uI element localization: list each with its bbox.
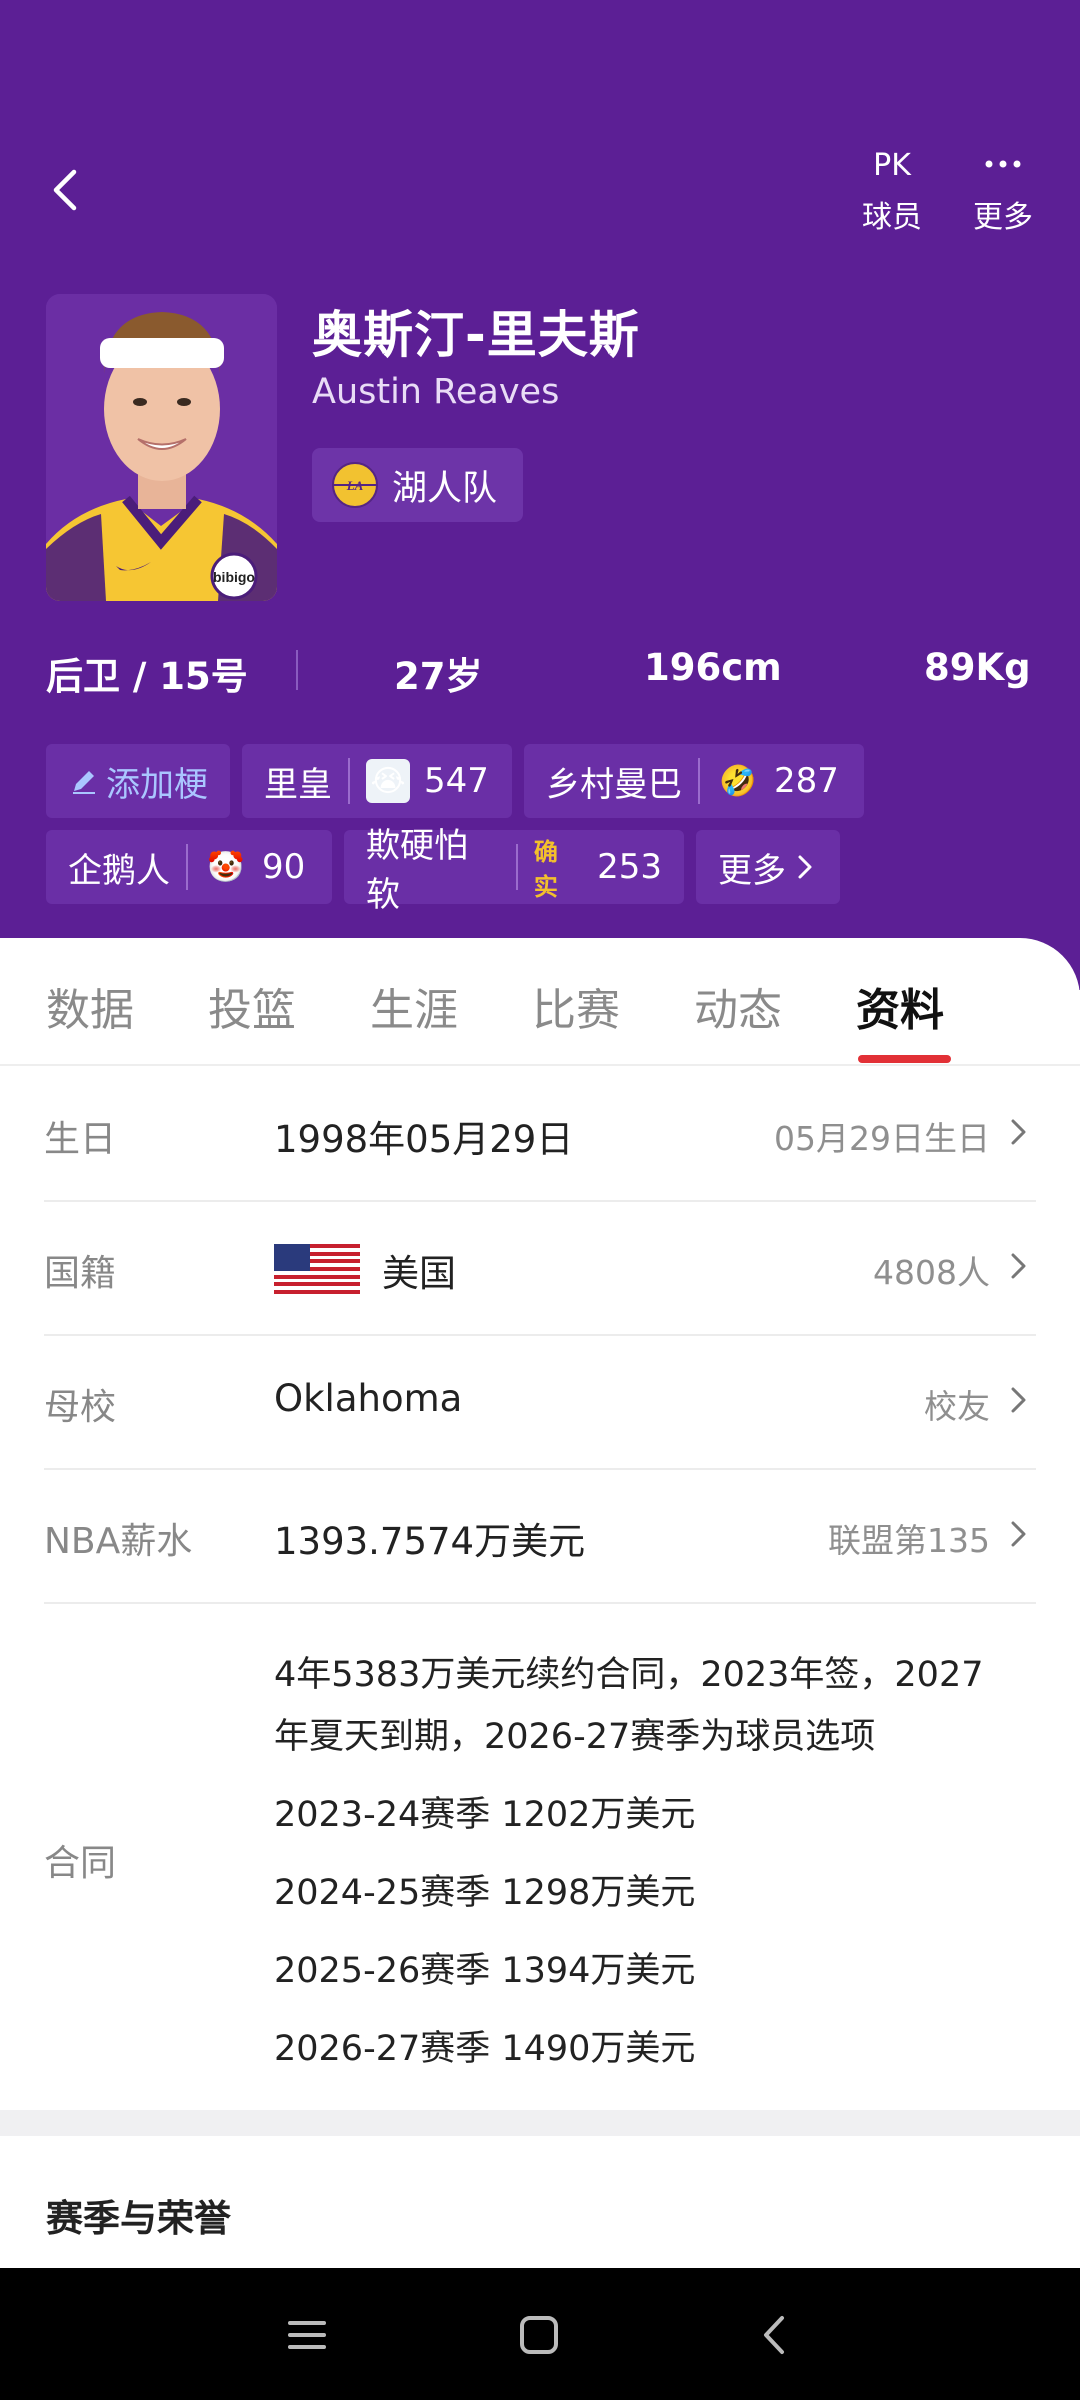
tab-career[interactable]: 生涯 [370, 974, 458, 1038]
birthday-value: 1998年05月29日 [274, 1118, 574, 1161]
svg-text:bibigo: bibigo [213, 569, 255, 585]
recent-apps-icon[interactable] [286, 2314, 328, 2356]
more-memes-label: 更多 [718, 850, 786, 891]
tag-separator [348, 758, 350, 804]
us-flag-icon [274, 1244, 360, 1294]
team-chip[interactable]: LA 湖人队 [312, 448, 524, 522]
chevron-right-icon [1011, 1253, 1026, 1279]
salary-rank: 联盟第135 [828, 1521, 990, 1560]
chevron-left-icon [53, 169, 77, 211]
honors-section-title: 赛季与荣誉 [46, 2197, 231, 2240]
player-name-cn: 奥斯汀-里夫斯 [312, 306, 640, 364]
add-meme-label: 添加梗 [106, 764, 208, 805]
back-button[interactable] [42, 160, 92, 220]
team-name: 湖人队 [392, 468, 498, 509]
crying-laugh-emoji-icon: 😭 [366, 759, 410, 803]
home-icon[interactable] [518, 2314, 560, 2356]
lakers-logo-icon: LA [332, 462, 378, 508]
contract-row: 合同 4年5383万美元续约合同，2023年签，2027 年夏天到期，2026-… [44, 1602, 1036, 2110]
position-number: 后卫 / 15号 [46, 655, 248, 698]
clown-emoji-icon: 🤡 [207, 849, 245, 885]
contract-season: 2023-24赛季 1202万美元 [274, 1795, 696, 1835]
school-label: 母校 [44, 1387, 117, 1428]
pk-player-button[interactable]: PK 球员 [842, 140, 942, 236]
add-meme-button[interactable]: 添加梗 [46, 744, 230, 818]
pk-icon: PK [873, 148, 911, 183]
more-icon [953, 140, 1053, 188]
tag-separator [515, 844, 518, 890]
nav-back-icon[interactable] [754, 2314, 796, 2356]
player-name-en: Austin Reaves [312, 372, 560, 412]
more-memes-button[interactable]: 更多 [696, 830, 840, 904]
stat-divider [296, 650, 298, 690]
active-tab-indicator [858, 1055, 951, 1063]
player-avatar[interactable]: bibigo [46, 294, 277, 601]
svg-text:LA: LA [346, 478, 364, 493]
birthday-label: 生日 [44, 1119, 117, 1160]
tab-profile[interactable]: 资料 [856, 974, 944, 1038]
meme-count: 90 [262, 847, 306, 887]
meme-tag-penguin[interactable]: 企鹅人 🤡 90 [46, 830, 332, 904]
more-menu-label: 更多 [973, 200, 1033, 235]
tab-games[interactable]: 比赛 [532, 974, 620, 1038]
meme-tag-qiying[interactable]: 欺硬怕软 确实 253 [344, 826, 684, 915]
contract-summary: 4年5383万美元续约合同，2023年签，2027 [274, 1655, 984, 1695]
tag-separator [186, 844, 188, 890]
meme-label: 里皇 [264, 764, 332, 805]
salary-label: NBA薪水 [44, 1521, 193, 1562]
contract-season: 2025-26赛季 1394万美元 [274, 1951, 696, 1991]
tab-stats[interactable]: 数据 [46, 974, 134, 1038]
tag-separator [698, 758, 700, 804]
meme-label: 乡村曼巴 [546, 764, 682, 805]
salary-value: 1393.7574万美元 [274, 1520, 586, 1563]
content-panel: 数据 投篮 生涯 比赛 动态 资料 生日 1998年05月29日 05月29日生… [0, 938, 1080, 2268]
salary-row[interactable]: NBA薪水 1393.7574万美元 联盟第135 [44, 1468, 1036, 1604]
player-weight: 89Kg [924, 646, 1031, 689]
player-age: 27岁 [394, 655, 483, 698]
player-basic-stats: 后卫 / 15号 27岁 196cm 89Kg [46, 640, 1036, 700]
player-header: PK 球员 更多 bibigo 奥斯汀-里夫斯 Austin Reaves LA… [0, 0, 1080, 990]
contract-season: 2024-25赛季 1298万美元 [274, 1873, 696, 1913]
birthday-count: 05月29日生日 [774, 1119, 990, 1158]
nationality-count: 4808人 [873, 1253, 990, 1292]
laughing-emoji-icon: 🤣 [719, 763, 757, 799]
school-value: Oklahoma [274, 1377, 463, 1420]
meme-count: 547 [424, 761, 489, 801]
section-divider [0, 2110, 1080, 2136]
school-row[interactable]: 母校 Oklahoma 校友 [44, 1334, 1036, 1470]
chevron-right-icon [1011, 1119, 1026, 1145]
meme-tag-xiangcun[interactable]: 乡村曼巴 🤣 287 [524, 744, 864, 818]
meme-tag-lihuang[interactable]: 里皇 😭 547 [242, 744, 512, 818]
confirm-badge: 确实 [533, 838, 558, 901]
chevron-right-icon [1011, 1521, 1026, 1547]
system-nav-bar [0, 2268, 1080, 2400]
chevron-right-icon [1011, 1387, 1026, 1413]
tab-shooting[interactable]: 投篮 [208, 974, 296, 1038]
tab-bar: 数据 投篮 生涯 比赛 动态 资料 [0, 938, 1080, 1066]
contract-summary-cont: 年夏天到期，2026-27赛季为球员选项 [274, 1717, 876, 1757]
nationality-row[interactable]: 国籍 美国 4808人 [44, 1200, 1036, 1336]
pencil-icon [73, 771, 95, 794]
player-height: 196cm [644, 646, 782, 689]
meme-count: 287 [774, 761, 839, 801]
meme-count: 253 [597, 847, 662, 887]
meme-label: 欺硬怕软 [366, 826, 468, 915]
chevron-right-icon [798, 855, 812, 879]
nationality-value: 美国 [382, 1252, 456, 1295]
tab-feed[interactable]: 动态 [694, 974, 782, 1038]
more-menu-button[interactable]: 更多 [953, 140, 1053, 236]
nationality-label: 国籍 [44, 1253, 117, 1294]
pk-player-label: 球员 [862, 200, 922, 235]
meme-label: 企鹅人 [68, 850, 170, 891]
alumni-link: 校友 [924, 1387, 990, 1426]
birthday-row[interactable]: 生日 1998年05月29日 05月29日生日 [44, 1066, 1036, 1202]
contract-label: 合同 [44, 1843, 117, 1884]
contract-season: 2026-27赛季 1490万美元 [274, 2029, 696, 2069]
